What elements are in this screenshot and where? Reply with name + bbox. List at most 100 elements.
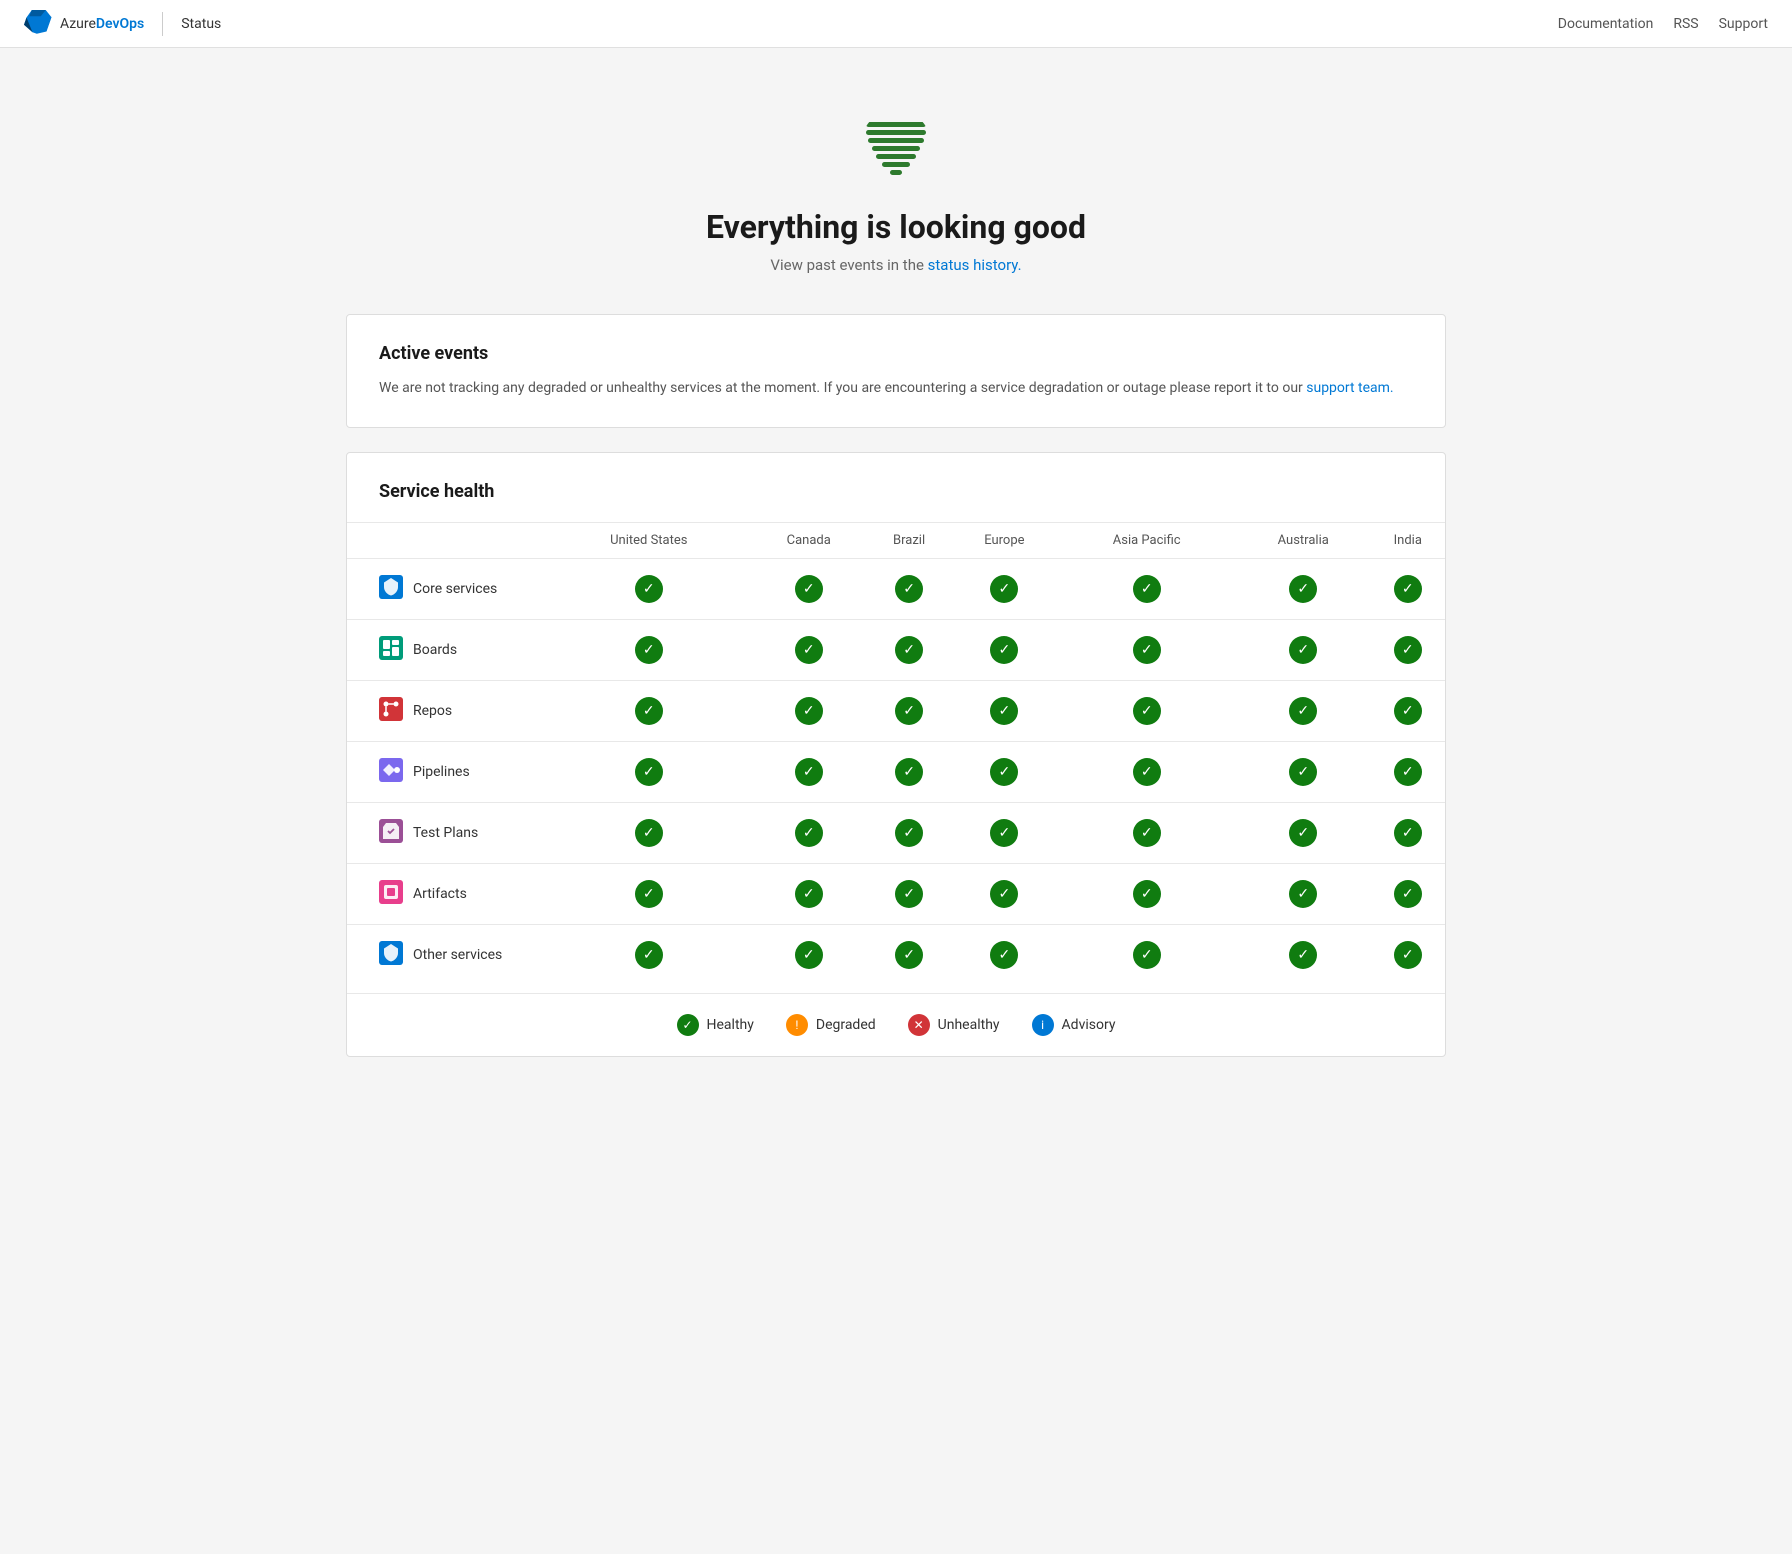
healthy-check-icon: ✓ <box>1394 880 1422 908</box>
unhealthy-label: Unhealthy <box>938 1017 1000 1033</box>
legend-healthy: ✓ Healthy <box>677 1014 754 1036</box>
service-label: Pipelines <box>413 764 470 780</box>
table-row: Pipelines ✓✓✓✓✓✓✓ <box>347 742 1445 803</box>
service-name-cell: Artifacts <box>347 864 547 925</box>
service-label: Core services <box>413 581 497 597</box>
status-cell: ✓ <box>1057 864 1235 925</box>
col-europe: Europe <box>951 523 1057 559</box>
advisory-label: Advisory <box>1062 1017 1116 1033</box>
status-cell: ✓ <box>1057 925 1235 986</box>
healthy-check-icon: ✓ <box>795 697 823 725</box>
documentation-link[interactable]: Documentation <box>1558 16 1654 32</box>
service-name: Core services <box>379 575 547 603</box>
col-india: India <box>1371 523 1445 559</box>
advisory-icon: i <box>1032 1014 1054 1036</box>
testplans-service-icon <box>379 819 403 847</box>
healthy-check-icon: ✓ <box>1133 575 1161 603</box>
table-row: Boards ✓✓✓✓✓✓✓ <box>347 620 1445 681</box>
status-cell: ✓ <box>867 864 951 925</box>
healthy-check-icon: ✓ <box>1394 819 1422 847</box>
healthy-check-icon: ✓ <box>1289 697 1317 725</box>
healthy-check-icon: ✓ <box>895 758 923 786</box>
repos-service-icon <box>379 697 403 725</box>
status-cell: ✓ <box>751 559 867 620</box>
active-events-title: Active events <box>379 343 1413 364</box>
status-cell: ✓ <box>951 559 1057 620</box>
table-row: Repos ✓✓✓✓✓✓✓ <box>347 681 1445 742</box>
healthy-check-icon: ✓ <box>895 819 923 847</box>
service-health-card: Service health United States Canada Braz… <box>346 452 1446 1057</box>
status-cell: ✓ <box>1236 620 1371 681</box>
service-name-cell: Repos <box>347 681 547 742</box>
status-cell: ✓ <box>951 620 1057 681</box>
status-cell: ✓ <box>1371 803 1445 864</box>
healthy-check-icon: ✓ <box>1394 636 1422 664</box>
status-cell: ✓ <box>1057 559 1235 620</box>
healthy-check-icon: ✓ <box>990 758 1018 786</box>
status-cell: ✓ <box>1236 864 1371 925</box>
table-row: Artifacts ✓✓✓✓✓✓✓ <box>347 864 1445 925</box>
status-cell: ✓ <box>1371 742 1445 803</box>
status-cell: ✓ <box>1236 559 1371 620</box>
healthy-check-icon: ✓ <box>795 575 823 603</box>
col-service <box>347 523 547 559</box>
status-cell: ✓ <box>1236 681 1371 742</box>
legend-degraded: ! Degraded <box>786 1014 876 1036</box>
col-canada: Canada <box>751 523 867 559</box>
status-cell: ✓ <box>1371 681 1445 742</box>
status-cell: ✓ <box>867 681 951 742</box>
status-cell: ✓ <box>547 925 751 986</box>
status-cell: ✓ <box>547 559 751 620</box>
healthy-check-icon: ✓ <box>1133 697 1161 725</box>
table-header-row: United States Canada Brazil Europe Asia … <box>347 523 1445 559</box>
healthy-check-icon: ✓ <box>1289 758 1317 786</box>
support-link[interactable]: Support <box>1719 16 1768 32</box>
healthy-check-icon: ✓ <box>990 575 1018 603</box>
healthy-check-icon: ✓ <box>990 636 1018 664</box>
legend-unhealthy: ✕ Unhealthy <box>908 1014 1000 1036</box>
status-cell: ✓ <box>1371 925 1445 986</box>
healthy-check-icon: ✓ <box>1133 819 1161 847</box>
header-nav: Documentation RSS Support <box>1558 16 1768 32</box>
status-cell: ✓ <box>547 803 751 864</box>
other-service-icon <box>379 941 403 969</box>
healthy-check-icon: ✓ <box>795 636 823 664</box>
status-cell: ✓ <box>547 864 751 925</box>
col-brazil: Brazil <box>867 523 951 559</box>
healthy-check-icon: ✓ <box>1289 880 1317 908</box>
service-name: Other services <box>379 941 547 969</box>
header-divider <box>162 12 163 36</box>
service-name: Boards <box>379 636 547 664</box>
active-events-message: We are not tracking any degraded or unhe… <box>379 378 1413 399</box>
healthy-check-icon: ✓ <box>1394 575 1422 603</box>
service-name-cell: Boards <box>347 620 547 681</box>
unhealthy-icon: ✕ <box>908 1014 930 1036</box>
status-history-link[interactable]: status history. <box>928 256 1022 274</box>
healthy-check-icon: ✓ <box>1394 941 1422 969</box>
healthy-check-icon: ✓ <box>990 819 1018 847</box>
status-cell: ✓ <box>547 742 751 803</box>
healthy-check-icon: ✓ <box>1289 941 1317 969</box>
healthy-check-icon: ✓ <box>1394 758 1422 786</box>
healthy-check-icon: ✓ <box>1289 819 1317 847</box>
hero-title: Everything is looking good <box>346 208 1446 246</box>
status-cell: ✓ <box>1236 742 1371 803</box>
status-cell: ✓ <box>1057 742 1235 803</box>
status-cell: ✓ <box>1236 925 1371 986</box>
main-content: Everything is looking good View past eve… <box>326 48 1466 1121</box>
healthy-check-icon: ✓ <box>1289 636 1317 664</box>
status-cell: ✓ <box>867 803 951 864</box>
service-name-cell: Test Plans <box>347 803 547 864</box>
rss-link[interactable]: RSS <box>1673 16 1698 32</box>
status-cell: ✓ <box>867 620 951 681</box>
healthy-check-icon: ✓ <box>990 697 1018 725</box>
service-name-cell: Core services <box>347 559 547 620</box>
legend-advisory: i Advisory <box>1032 1014 1116 1036</box>
service-label: Artifacts <box>413 886 467 902</box>
service-label: Test Plans <box>413 825 478 841</box>
active-events-card: Active events We are not tracking any de… <box>346 314 1446 428</box>
header-brand: AzureDevOps <box>60 16 144 32</box>
header-left: AzureDevOps Status <box>24 10 221 38</box>
azure-devops-logo-icon <box>24 10 52 38</box>
support-team-link[interactable]: support team. <box>1306 380 1393 396</box>
